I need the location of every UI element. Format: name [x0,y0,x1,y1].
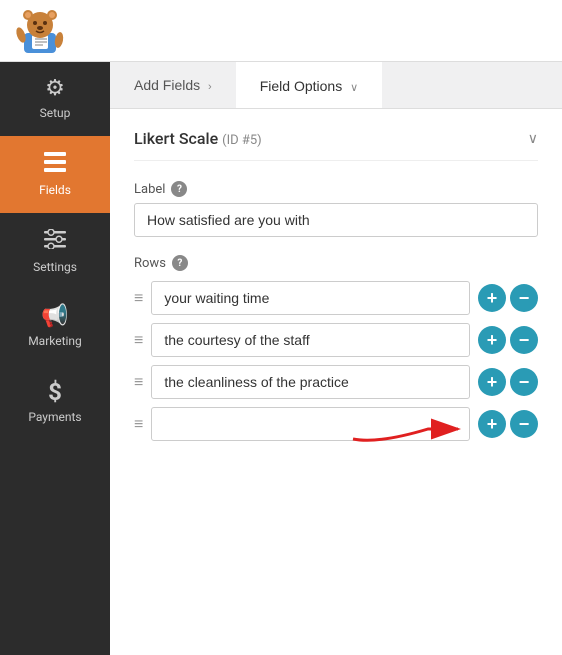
label-section: Label ? [134,181,538,237]
sidebar-item-settings[interactable]: Settings [0,213,110,290]
drag-handle-icon-1[interactable]: ≡ [134,288,143,308]
row-item-4: ≡ + − [134,407,538,441]
row-buttons-4: + − [478,410,538,438]
top-bar [0,0,562,62]
sidebar-item-settings-label: Settings [33,260,77,274]
row-buttons-3: + − [478,368,538,396]
field-collapse-chevron-icon[interactable]: ∨ [528,131,538,147]
main-layout: ⚙ Setup Fields [0,62,562,655]
label-help-icon[interactable]: ? [171,181,187,197]
sidebar: ⚙ Setup Fields [0,62,110,655]
row-add-button-3[interactable]: + [478,368,506,396]
row-add-button-2[interactable]: + [478,326,506,354]
rows-help-icon[interactable]: ? [172,255,188,271]
gear-icon: ⚙ [45,78,65,100]
bear-logo-icon [14,5,66,57]
sidebar-item-marketing[interactable]: 📢 Marketing [0,290,110,364]
marketing-icon: 📢 [41,306,68,328]
field-id: (ID #5) [222,133,262,148]
drag-handle-icon-2[interactable]: ≡ [134,330,143,350]
row-remove-button-2[interactable]: − [510,326,538,354]
content-area: Add Fields › Field Options ∨ Likert Scal… [110,62,562,655]
sidebar-item-setup-label: Setup [40,106,71,120]
sidebar-item-marketing-label: Marketing [28,334,82,348]
row-item-2: ≡ + − [134,323,538,357]
fields-icon [44,152,66,177]
row-input-3[interactable] [151,365,470,399]
red-arrow-annotation [348,409,468,449]
drag-handle-icon-4[interactable]: ≡ [134,414,143,434]
row-buttons-1: + − [478,284,538,312]
tab-bar: Add Fields › Field Options ∨ [110,62,562,109]
tab-field-options-label: Field Options [260,78,342,94]
field-title: Likert Scale (ID #5) [134,129,262,148]
rows-section: Rows ? ≡ + − ≡ + [134,255,538,441]
row-item-3: ≡ + − [134,365,538,399]
row-item-1: ≡ + − [134,281,538,315]
payments-icon: $ [48,380,62,404]
tab-add-fields[interactable]: Add Fields › [110,62,236,108]
field-options-panel: Likert Scale (ID #5) ∨ Label ? Rows ? [110,109,562,655]
row-add-button-4[interactable]: + [478,410,506,438]
label-text: Label [134,182,165,197]
settings-icon [44,229,66,254]
row-remove-button-3[interactable]: − [510,368,538,396]
label-field-label: Label ? [134,181,538,197]
row-buttons-2: + − [478,326,538,354]
rows-label: Rows ? [134,255,538,271]
tab-add-fields-arrow: › [208,81,212,93]
row-input-1[interactable] [151,281,470,315]
sidebar-item-payments-label: Payments [28,410,81,424]
logo [10,3,70,58]
tab-field-options-arrow: ∨ [350,82,358,94]
sidebar-item-setup[interactable]: ⚙ Setup [0,62,110,136]
sidebar-item-fields-label: Fields [39,183,71,197]
drag-handle-icon-3[interactable]: ≡ [134,372,143,392]
sidebar-item-fields[interactable]: Fields [0,136,110,213]
row-remove-button-4[interactable]: − [510,410,538,438]
field-header: Likert Scale (ID #5) ∨ [134,129,538,161]
tab-add-fields-label: Add Fields [134,77,200,93]
row-add-button-1[interactable]: + [478,284,506,312]
row-input-2[interactable] [151,323,470,357]
tab-field-options[interactable]: Field Options ∨ [236,62,382,108]
sidebar-item-payments[interactable]: $ Payments [0,364,110,440]
rows-label-text: Rows [134,256,166,271]
label-input[interactable] [134,203,538,237]
row-remove-button-1[interactable]: − [510,284,538,312]
field-title-text: Likert Scale [134,129,218,148]
